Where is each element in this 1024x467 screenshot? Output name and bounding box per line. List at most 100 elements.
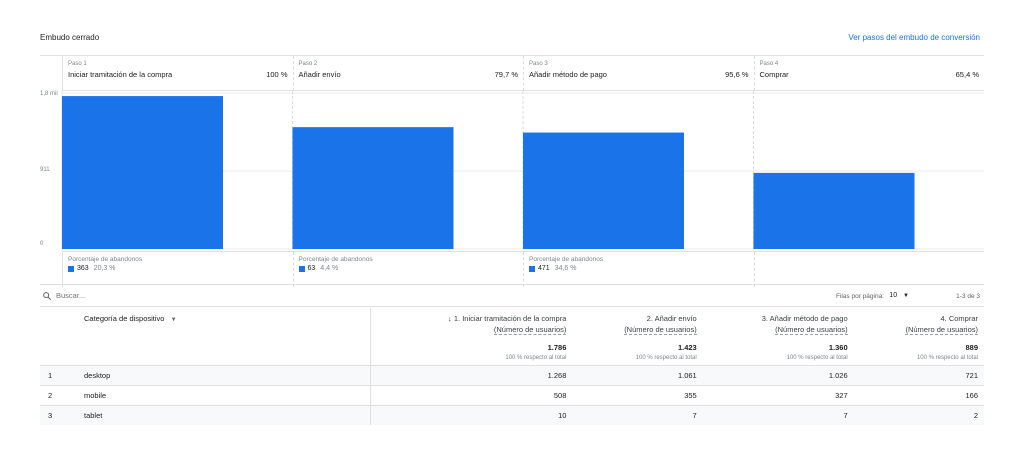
metric-header-3[interactable]: 3. Añadir método de pago (Número de usuar… bbox=[703, 308, 854, 335]
funnel-chart: Paso 1 Iniciar tramitación de la compra 1… bbox=[40, 55, 985, 287]
table-toolbar: Filas por página: 10 ▼ 1-3 de 3 bbox=[40, 289, 984, 307]
dimension-label: Categoría de dispositivo bbox=[84, 314, 165, 323]
metric-header-4[interactable]: 4. Comprar (Número de usuarios) bbox=[854, 308, 984, 335]
abandon-row: Porcentaje de abandonos 363 20,3 % Porcen… bbox=[62, 251, 985, 287]
search-input[interactable] bbox=[56, 291, 256, 300]
total-value: 889 bbox=[965, 343, 978, 352]
row-value: 2 bbox=[853, 405, 984, 425]
step-number: Paso 1 bbox=[68, 61, 87, 67]
row-value: 10 bbox=[370, 405, 573, 425]
total-value: 1.786 bbox=[547, 343, 567, 352]
legend-square bbox=[68, 265, 74, 272]
dimension-header[interactable]: Categoría de dispositivo ▼ bbox=[40, 308, 372, 335]
row-dimension: tablet bbox=[70, 405, 372, 425]
funnel-bar-3[interactable] bbox=[523, 132, 684, 249]
chevron-down-icon: ▼ bbox=[903, 293, 909, 299]
row-dimension: mobile bbox=[70, 385, 372, 406]
abandon-count: 63 bbox=[307, 265, 316, 272]
total-sub: 100 % respecto al total bbox=[786, 355, 848, 361]
step-name: Añadir método de pago bbox=[529, 70, 607, 79]
metric-unit: (Número de usuarios) bbox=[905, 325, 978, 335]
row-value: 7 bbox=[572, 405, 703, 425]
abandon-label: Porcentaje de abandonos bbox=[298, 256, 373, 263]
report-title: Embudo cerrado bbox=[40, 33, 100, 42]
total-sub: 100 % respecto al total bbox=[635, 355, 697, 361]
metric-header-1[interactable]: ↓ 1. Iniciar tramitación de la compra (Nú… bbox=[371, 308, 573, 335]
abandon-count: 471 bbox=[538, 265, 550, 272]
legend-square bbox=[529, 265, 535, 272]
abandon-step-2: Porcentaje de abandonos 63 4,4 % bbox=[292, 252, 524, 287]
abandon-percent: 34,6 % bbox=[554, 265, 577, 272]
totals-row: 1.786 1.423 1.360 889 bbox=[40, 335, 984, 355]
chevron-down-icon: ▼ bbox=[170, 317, 177, 323]
row-value: 7 bbox=[702, 405, 854, 425]
total-sub: 100 % respecto al total bbox=[505, 355, 567, 361]
funnel-bar-1[interactable] bbox=[62, 96, 223, 249]
step-percent: 95,6 % bbox=[725, 70, 749, 79]
total-sub: 100 % respecto al total bbox=[916, 355, 978, 361]
row-index: 3 bbox=[40, 405, 70, 425]
funnel-bar-2[interactable] bbox=[292, 127, 454, 249]
abandon-label: Porcentaje de abandonos bbox=[68, 256, 143, 263]
abandon-percent: 4,4 % bbox=[320, 265, 339, 272]
table-row[interactable]: 3 tablet 10 7 7 2 bbox=[40, 405, 984, 425]
abandon-step-1: Porcentaje de abandonos 363 20,3 % bbox=[62, 252, 293, 287]
row-index: 2 bbox=[40, 385, 70, 406]
abandon-percent: 20,3 % bbox=[93, 265, 116, 272]
abandon-step-4 bbox=[753, 252, 985, 287]
funnel-step-3[interactable]: Paso 3 Añadir método de pago 95,6 % bbox=[523, 56, 754, 91]
metric-name: 4. Comprar bbox=[940, 314, 978, 323]
row-value: 166 bbox=[853, 385, 984, 406]
abandon-step-3: Porcentaje de abandonos 471 34,6 % bbox=[523, 252, 754, 287]
metric-unit: (Número de usuarios) bbox=[624, 325, 697, 335]
rows-per-page-select[interactable]: 10 ▼ bbox=[889, 292, 909, 299]
step-name: Iniciar tramitación de la compra bbox=[68, 70, 173, 79]
row-value: 508 bbox=[370, 385, 573, 406]
step-number: Paso 3 bbox=[529, 61, 548, 67]
metric-name: 3. Añadir método de pago bbox=[761, 314, 848, 323]
row-index: 1 bbox=[40, 365, 70, 386]
row-value: 1.268 bbox=[370, 365, 573, 386]
row-dimension: desktop bbox=[70, 365, 372, 386]
step-name: Añadir envío bbox=[298, 70, 341, 79]
funnel-step-4[interactable]: Paso 4 Comprar 65,4 % bbox=[753, 56, 985, 91]
metric-unit: (Número de usuarios) bbox=[775, 325, 848, 335]
step-number: Paso 4 bbox=[759, 61, 779, 67]
row-value: 721 bbox=[853, 365, 984, 386]
rows-per-page-value: 10 bbox=[889, 292, 898, 299]
metric-name: 2. Añadir envío bbox=[646, 314, 697, 323]
table-row[interactable]: 2 mobile 508 355 327 166 bbox=[40, 385, 984, 406]
step-percent: 79,7 % bbox=[494, 70, 518, 79]
metric-name: ↓ 1. Iniciar tramitación de la compra bbox=[448, 314, 567, 323]
funnel-steps-header: Paso 1 Iniciar tramitación de la compra 1… bbox=[62, 56, 984, 91]
total-value: 1.423 bbox=[677, 343, 697, 352]
step-number: Paso 2 bbox=[298, 61, 318, 67]
plot-area: 1,8 mil 911 0 bbox=[40, 91, 984, 251]
legend-square bbox=[298, 265, 305, 272]
metric-unit: (Número de usuarios) bbox=[493, 325, 567, 335]
metric-header-2[interactable]: 2. Añadir envío (Número de usuarios) bbox=[572, 308, 702, 335]
step-name: Comprar bbox=[759, 70, 789, 79]
totals-dim-cell bbox=[40, 355, 372, 366]
totals-dim-cell bbox=[40, 335, 372, 355]
pagination-range: 1-3 de 3 bbox=[956, 293, 980, 300]
funnel-bar-4[interactable] bbox=[753, 172, 915, 249]
funnel-step-1[interactable]: Paso 1 Iniciar tramitación de la compra 1… bbox=[62, 56, 293, 91]
search-icon[interactable] bbox=[42, 291, 52, 301]
row-value: 327 bbox=[702, 385, 854, 406]
abandon-count: 363 bbox=[77, 265, 89, 272]
bars-svg bbox=[61, 91, 984, 251]
total-value: 1.360 bbox=[828, 343, 848, 352]
step-percent: 100 % bbox=[266, 70, 288, 79]
row-value: 1.026 bbox=[702, 365, 854, 386]
table-header-row: Categoría de dispositivo ▼ ↓ 1. Iniciar … bbox=[40, 308, 984, 335]
abandon-label: Porcentaje de abandonos bbox=[529, 256, 604, 263]
funnel-step-2[interactable]: Paso 2 Añadir envío 79,7 % bbox=[292, 56, 524, 91]
totals-sub-row: 100 % respecto al total 100 % respecto a… bbox=[40, 355, 984, 366]
step-percent: 65,4 % bbox=[955, 70, 979, 79]
table-row[interactable]: 1 desktop 1.268 1.061 1.026 721 bbox=[40, 365, 984, 386]
data-table: Categoría de dispositivo ▼ ↓ 1. Iniciar … bbox=[40, 308, 984, 425]
rows-per-page-label: Filas por página: bbox=[835, 293, 884, 300]
view-funnel-steps-link[interactable]: Ver pasos del embudo de conversión bbox=[848, 33, 980, 42]
row-value: 1.061 bbox=[572, 365, 703, 386]
